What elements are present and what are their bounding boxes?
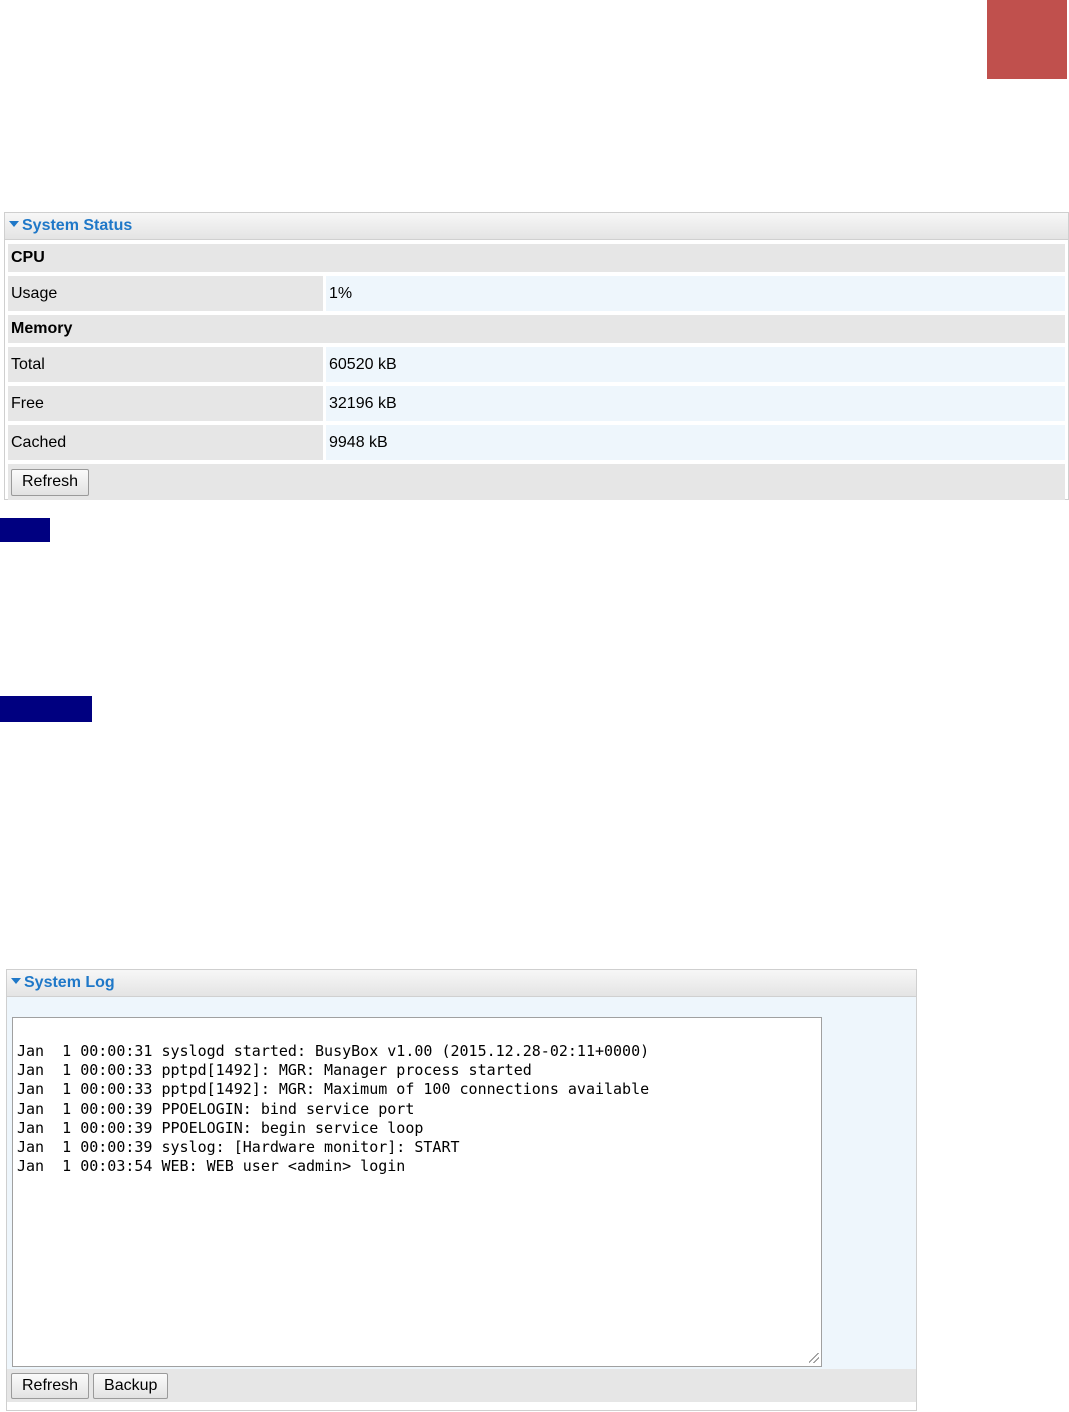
cpu-usage-label: Usage [8,276,323,311]
log-line: Jan 1 00:00:33 pptpd[1492]: MGR: Maximum… [17,1080,650,1099]
nav-highlight-block-wide [0,696,92,722]
log-line: Jan 1 00:00:39 syslog: [Hardware monitor… [17,1138,460,1157]
log-line: Jan 1 00:03:54 WEB: WEB user <admin> log… [17,1157,406,1176]
memory-total-value: 60520 kB [326,347,1065,382]
memory-free-value: 32196 kB [326,386,1065,421]
memory-free-row: Free 32196 kB [8,386,1065,421]
log-button-row: Refresh Backup [7,1369,916,1402]
collapse-caret-icon[interactable] [9,221,19,227]
memory-cached-label: Cached [8,425,323,460]
system-log-body: Jan 1 00:00:31 syslogd started: BusyBox … [7,997,916,1369]
log-line: Jan 1 00:00:31 syslogd started: BusyBox … [17,1042,650,1060]
log-line: Jan 1 00:00:39 PPOELOGIN: bind service p… [17,1099,415,1118]
memory-section-heading: Memory [8,315,1065,343]
system-log-panel: System Log Jan 1 00:00:31 syslogd starte… [6,969,917,1411]
log-line: Jan 1 00:00:39 PPOELOGIN: begin service … [17,1118,424,1137]
system-log-header[interactable]: System Log [7,970,916,997]
system-status-panel: System Status CPU Usage 1% Memory Total … [4,212,1069,500]
system-status-header[interactable]: System Status [5,213,1068,240]
nav-highlight-block [0,518,50,542]
log-refresh-button[interactable]: Refresh [11,1372,90,1399]
corner-color-block [987,0,1067,79]
status-button-row: Refresh [8,464,1065,500]
system-status-title: System Status [22,217,133,234]
memory-cached-row: Cached 9948 kB [8,425,1065,460]
cpu-section-heading: CPU [8,244,1065,272]
memory-total-row: Total 60520 kB [8,347,1065,382]
log-line: Jan 1 00:00:33 pptpd[1492]: MGR: Manager… [17,1061,532,1080]
system-log-title: System Log [24,974,115,991]
resize-grip-icon[interactable] [809,1353,819,1363]
system-log-textarea[interactable]: Jan 1 00:00:31 syslogd started: BusyBox … [12,1017,822,1367]
memory-free-label: Free [8,386,323,421]
memory-total-label: Total [8,347,323,382]
log-backup-button[interactable]: Backup [93,1372,169,1399]
status-refresh-button[interactable]: Refresh [11,468,90,496]
cpu-usage-row: Usage 1% [8,276,1065,311]
memory-cached-value: 9948 kB [326,425,1065,460]
cpu-usage-value: 1% [326,276,1065,311]
collapse-caret-icon[interactable] [11,978,21,984]
